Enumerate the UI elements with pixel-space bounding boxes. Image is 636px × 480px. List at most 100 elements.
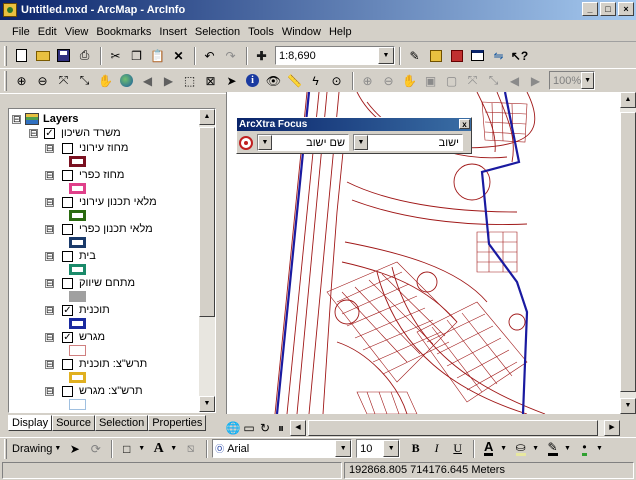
chevron-down-icon[interactable]: ▼ xyxy=(335,440,352,457)
chevron-down-icon[interactable]: ▼ xyxy=(378,47,394,64)
layer-symbol-swatch[interactable] xyxy=(69,291,86,302)
layer-visibility-checkbox[interactable] xyxy=(62,196,73,208)
zoom-in-button[interactable]: ⊕ xyxy=(12,71,31,90)
select-elements-button[interactable]: ➤ xyxy=(222,71,241,90)
toolbar-grip[interactable] xyxy=(4,70,7,91)
fixed-zoom-in-button[interactable]: ⤧ xyxy=(54,71,73,90)
scroll-up-button[interactable]: ▲ xyxy=(199,109,215,125)
layer-symbol-swatch[interactable] xyxy=(69,210,86,221)
bold-button[interactable]: B xyxy=(406,439,425,458)
font-combo[interactable]: Ⓞ Arial ▼ xyxy=(212,439,353,458)
scroll-thumb[interactable] xyxy=(199,127,215,317)
zoom-whole-page-button[interactable]: ▣ xyxy=(421,71,440,90)
toc-group-row[interactable]: ⊟ ✓ משרד השיכון xyxy=(29,127,121,139)
layer-visibility-checkbox[interactable]: ✓ xyxy=(62,304,73,316)
layer-row[interactable]: ⊟ תרש"צ: מגרש xyxy=(45,385,143,397)
redo-button[interactable]: ↷ xyxy=(221,46,240,65)
expander-minus-icon[interactable]: ⊟ xyxy=(45,278,54,288)
layer-visibility-checkbox[interactable] xyxy=(62,250,73,262)
group-visibility-checkbox[interactable]: ✓ xyxy=(44,127,55,139)
underline-button[interactable]: U xyxy=(448,439,467,458)
layer-symbol-swatch[interactable] xyxy=(69,183,86,194)
map-horizontal-scrollbar[interactable]: ◀ ▶ xyxy=(290,420,620,436)
toc-vertical-scrollbar[interactable]: ▲ ▼ xyxy=(199,109,215,412)
chevron-down-icon[interactable]: ▼ xyxy=(383,440,400,457)
clear-selection-button[interactable]: ⊠ xyxy=(201,71,220,90)
font-color-button[interactable]: A xyxy=(479,439,498,458)
menu-file[interactable]: File xyxy=(8,26,34,38)
layer-symbol-swatch[interactable] xyxy=(69,156,86,167)
tab-display[interactable]: Display xyxy=(8,415,53,431)
layout-pan-button[interactable]: ✋ xyxy=(400,71,419,90)
map-scroll-up-button[interactable]: ▲ xyxy=(620,92,636,108)
chevron-down-icon[interactable]: ▼ xyxy=(596,445,603,452)
focus-field2-combo[interactable]: ▼ ישוב xyxy=(353,134,463,151)
layer-visibility-checkbox[interactable] xyxy=(62,358,73,370)
identify-button[interactable]: i xyxy=(243,71,262,90)
layer-visibility-checkbox[interactable] xyxy=(62,385,73,397)
chevron-down-icon[interactable]: ▼ xyxy=(258,135,272,150)
layout-zoom-out-button[interactable]: ⊖ xyxy=(379,71,398,90)
layer-row[interactable]: ⊟ מלאי תכנון עירוני xyxy=(45,196,157,208)
layer-visibility-checkbox[interactable] xyxy=(62,223,73,235)
fixed-zoom-out-button[interactable]: ⤡ xyxy=(75,71,94,90)
expander-minus-icon[interactable]: ⊟ xyxy=(45,251,54,261)
menu-selection[interactable]: Selection xyxy=(191,26,244,38)
chevron-down-icon[interactable]: ▼ xyxy=(170,445,177,452)
layout-zoom-in-button[interactable]: ⊕ xyxy=(358,71,377,90)
layer-row[interactable]: ⊟ בית xyxy=(45,250,96,262)
menu-insert[interactable]: Insert xyxy=(155,26,191,38)
map-vertical-scrollbar[interactable]: ▲ ▼ xyxy=(620,92,636,414)
menu-edit[interactable]: Edit xyxy=(34,26,61,38)
toolbar-grip[interactable] xyxy=(4,438,7,459)
expander-minus-icon[interactable]: ⊟ xyxy=(45,386,54,396)
menu-tools[interactable]: Tools xyxy=(244,26,278,38)
layer-visibility-checkbox[interactable] xyxy=(62,277,73,289)
map-scale-combo[interactable]: 1:8,690 ▼ xyxy=(275,46,395,65)
next-extent-button[interactable]: ▶ xyxy=(159,71,178,90)
arctoolbox-button[interactable] xyxy=(426,46,445,65)
layer-symbol-swatch[interactable] xyxy=(69,237,86,248)
select-features-button[interactable]: ⬚ xyxy=(180,71,199,90)
expander-minus-icon[interactable]: ⊟ xyxy=(45,143,54,153)
tab-selection[interactable]: Selection xyxy=(94,415,149,431)
layer-symbol-swatch[interactable] xyxy=(69,345,86,356)
close-button[interactable]: × xyxy=(618,2,634,16)
minimize-button[interactable]: _ xyxy=(582,2,598,16)
target-icon[interactable] xyxy=(239,135,253,150)
select-elements-draw-button[interactable]: ➤ xyxy=(65,439,84,458)
menu-view[interactable]: View xyxy=(61,26,93,38)
focus-panel-titlebar[interactable]: ArcXtra Focus x xyxy=(237,118,471,131)
layer-row[interactable]: ⊟ מלאי תכנון כפרי xyxy=(45,223,153,235)
focus-close-button[interactable]: x xyxy=(459,119,470,129)
chevron-down-icon[interactable]: ▼ xyxy=(54,445,61,452)
undo-button[interactable]: ↶ xyxy=(200,46,219,65)
command-line-button[interactable] xyxy=(468,46,487,65)
print-button[interactable]: ⎙ xyxy=(75,46,94,65)
layer-row[interactable]: ⊟ מחוז כפרי xyxy=(45,169,124,181)
whats-this-button[interactable]: ↖? xyxy=(510,46,529,65)
expander-minus-icon[interactable]: ⊟ xyxy=(45,224,54,234)
expander-minus-icon[interactable]: ⊟ xyxy=(12,114,21,124)
layer-row[interactable]: ⊟ ✓ מגרש xyxy=(45,331,105,343)
menu-bookmarks[interactable]: Bookmarks xyxy=(92,26,155,38)
arccatalog-button[interactable] xyxy=(447,46,466,65)
open-button[interactable] xyxy=(33,46,52,65)
chevron-down-icon[interactable]: ▼ xyxy=(564,445,571,452)
focus-field1-combo[interactable]: ▼ שם ישוב xyxy=(257,134,349,151)
layer-row[interactable]: ⊟ תרש"צ: תוכנית xyxy=(45,358,147,370)
layout-forward-button[interactable]: ▶ xyxy=(526,71,545,90)
find-button[interactable]: 👁 xyxy=(264,71,283,90)
hyperlink-button[interactable]: ϟ xyxy=(306,71,325,90)
layer-row[interactable]: ⊟עיר xyxy=(45,412,94,413)
copy-button[interactable]: ❐ xyxy=(127,46,146,65)
chevron-down-icon[interactable]: ▼ xyxy=(354,135,368,150)
paste-button[interactable]: 📋 xyxy=(148,46,167,65)
expander-minus-icon[interactable]: ⊟ xyxy=(45,359,54,369)
rotate-button[interactable]: ⟳ xyxy=(86,439,105,458)
toc-root-row[interactable]: ⊟ Layers xyxy=(12,113,78,125)
layer-row[interactable]: ⊟ ✓ תוכנית xyxy=(45,304,110,316)
tab-properties[interactable]: Properties xyxy=(148,415,207,431)
editor-toolbar-button[interactable]: ✎ xyxy=(405,46,424,65)
new-rectangle-button[interactable]: □ xyxy=(117,439,136,458)
